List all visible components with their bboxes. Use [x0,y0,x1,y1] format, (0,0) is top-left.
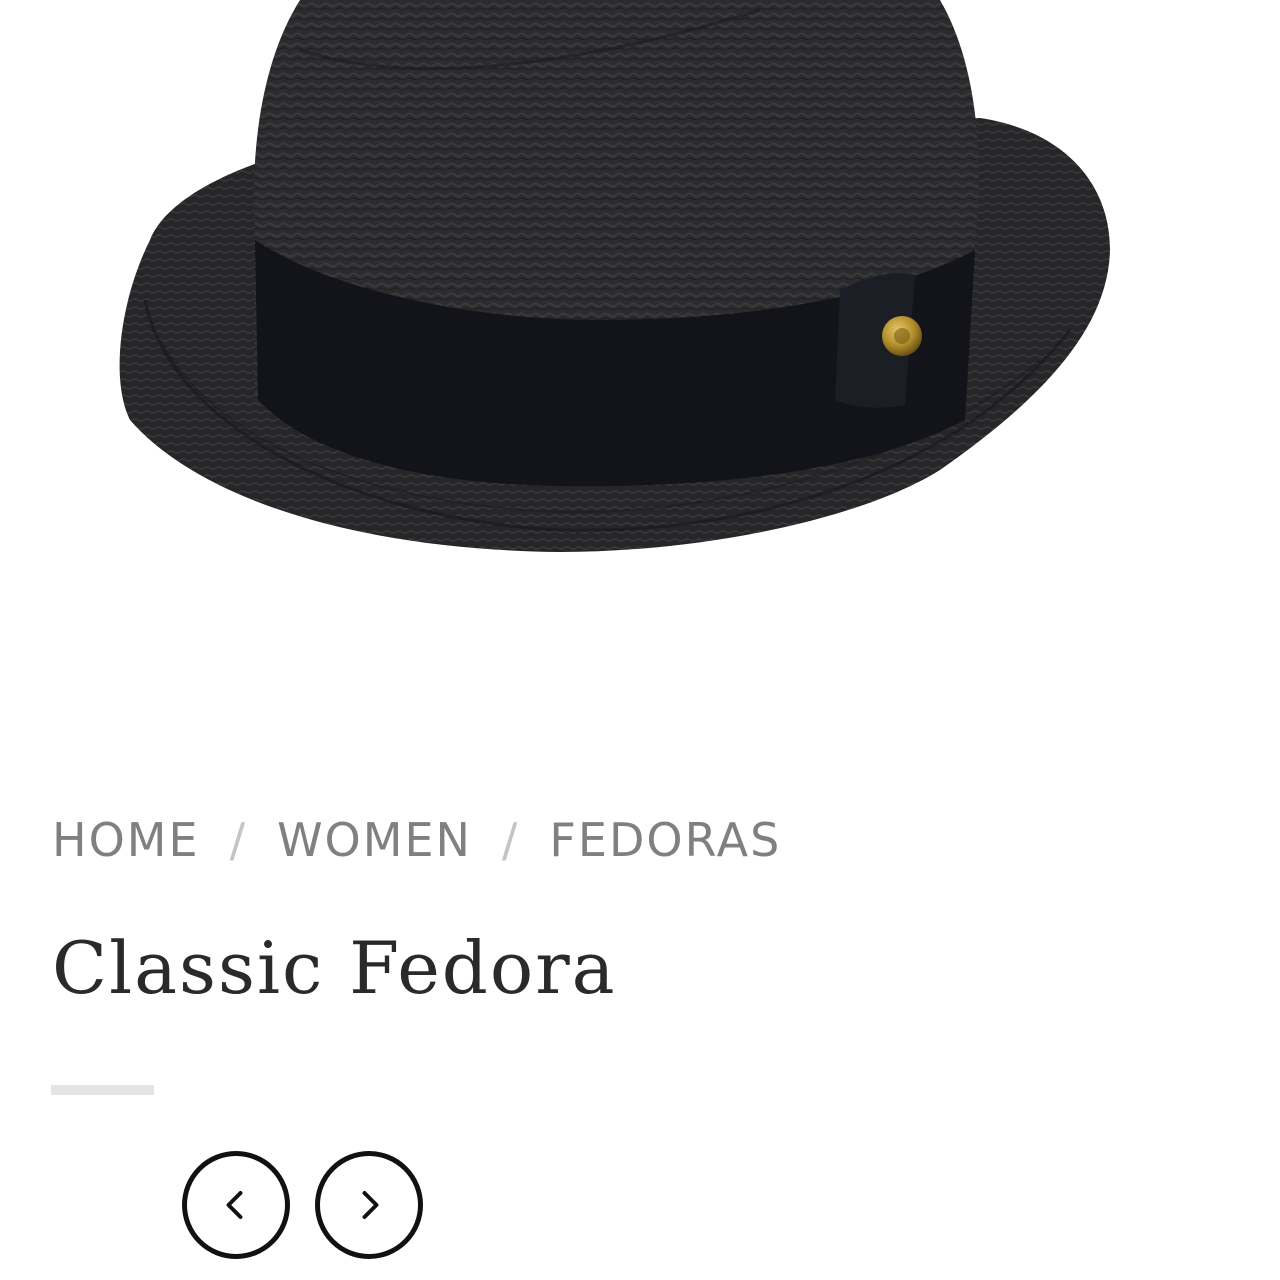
product-image[interactable] [0,0,1280,640]
product-title: Classic Fedora [52,926,617,1010]
breadcrumb-separator: / [501,813,520,867]
gallery-prev-button[interactable] [182,1151,290,1259]
breadcrumb-fedoras[interactable]: FEDORAS [549,813,781,867]
product-page: HOME / WOMEN / FEDORAS Classic Fedora [0,0,1280,1280]
title-divider [51,1085,154,1095]
breadcrumb-women[interactable]: WOMEN [277,813,472,867]
breadcrumb-home[interactable]: HOME [52,813,200,867]
chevron-left-icon [226,1191,243,1219]
breadcrumb-separator: / [229,813,248,867]
chevron-right-icon [362,1191,379,1219]
breadcrumb: HOME / WOMEN / FEDORAS [52,808,781,872]
gallery-next-button[interactable] [315,1151,423,1259]
fedora-hat-image [119,0,1110,552]
